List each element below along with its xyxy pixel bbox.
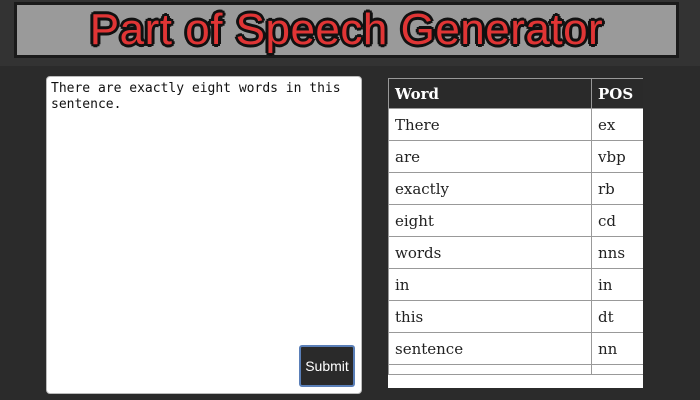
word-cell: sentence: [388, 332, 592, 365]
table-row: exactly rb: [388, 172, 643, 205]
submit-button[interactable]: Submit: [299, 345, 355, 387]
word-cell: eight: [388, 204, 592, 237]
page-title: Part of Speech Generator: [89, 5, 604, 54]
table-row: in in: [388, 268, 643, 301]
input-panel: Submit: [46, 76, 362, 394]
word-cell: are: [388, 140, 592, 173]
word-cell: words: [388, 236, 592, 269]
column-header-word: Word: [388, 78, 592, 109]
table-row: are vbp: [388, 140, 643, 173]
empty-cell: [388, 364, 592, 375]
word-cell: in: [388, 268, 592, 301]
word-cell: exactly: [388, 172, 592, 205]
pos-cell: ex: [591, 108, 643, 141]
table-row-empty: [388, 364, 643, 375]
pos-cell: cd: [591, 204, 643, 237]
sentence-input[interactable]: [49, 79, 359, 343]
table-header-row: Word POS: [388, 78, 643, 109]
empty-cell: [591, 364, 643, 375]
table-row: this dt: [388, 300, 643, 333]
word-cell: this: [388, 300, 592, 333]
results-table: Word POS There ex are vbp exactly rb eig…: [388, 78, 643, 375]
table-row: words nns: [388, 236, 643, 269]
word-cell: There: [388, 108, 592, 141]
pos-cell: rb: [591, 172, 643, 205]
results-table-container: Word POS There ex are vbp exactly rb eig…: [388, 78, 643, 388]
table-row: There ex: [388, 108, 643, 141]
pos-cell: in: [591, 268, 643, 301]
pos-cell: nn: [591, 332, 643, 365]
column-header-pos: POS: [591, 78, 643, 109]
pos-cell: dt: [591, 300, 643, 333]
table-row: eight cd: [388, 204, 643, 237]
title-bar: Part of Speech Generator: [14, 2, 679, 58]
table-row: sentence nn: [388, 332, 643, 365]
pos-cell: nns: [591, 236, 643, 269]
pos-cell: vbp: [591, 140, 643, 173]
header-band: Part of Speech Generator: [0, 0, 700, 66]
